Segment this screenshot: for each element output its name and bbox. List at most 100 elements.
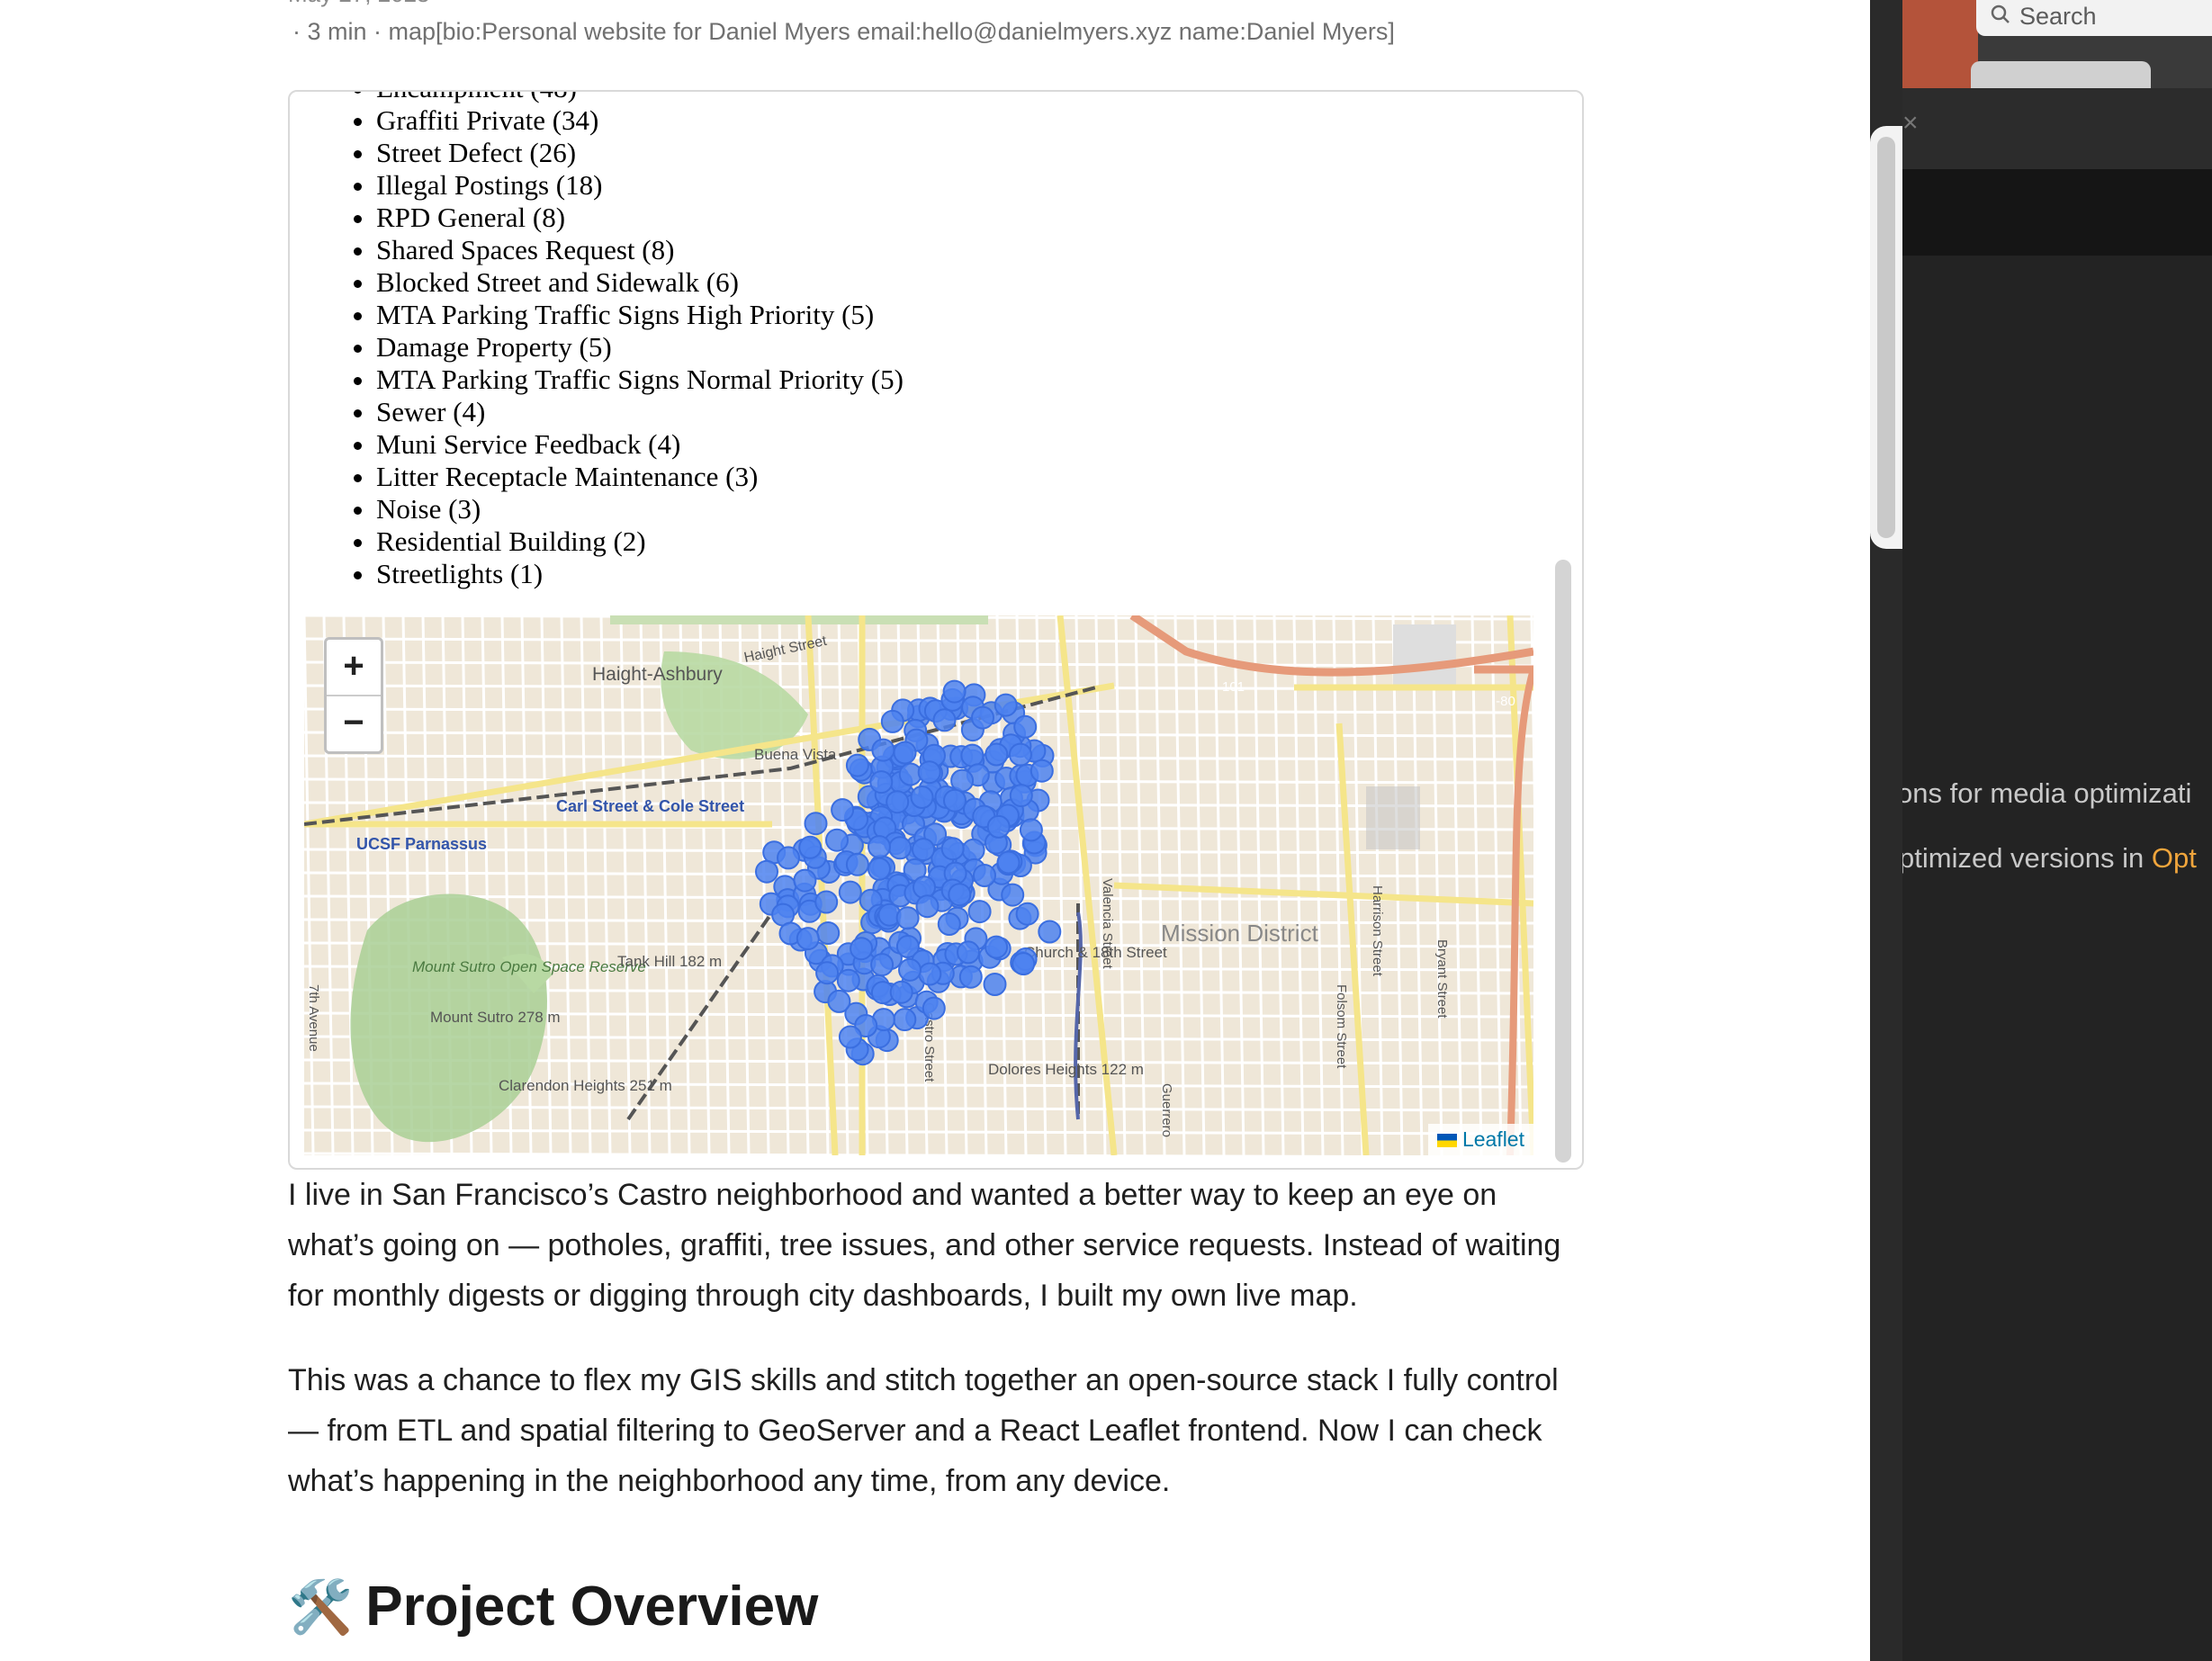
service-request-marker[interactable]: [971, 705, 994, 730]
window-link[interactable]: Opt: [2152, 842, 2197, 874]
page-scrollbar-thumb[interactable]: [1877, 137, 1895, 538]
category-list-item: Graffiti Private (34): [376, 104, 1550, 137]
service-request-marker[interactable]: [1015, 902, 1039, 926]
service-request-marker[interactable]: [825, 828, 849, 852]
service-request-marker[interactable]: [1038, 920, 1062, 944]
service-request-marker[interactable]: [796, 927, 820, 951]
service-request-marker[interactable]: [913, 875, 936, 900]
map-label: Carl Street & Cole Street: [556, 797, 744, 815]
service-request-marker[interactable]: [958, 965, 983, 989]
service-request-marker[interactable]: [960, 743, 985, 768]
service-request-marker[interactable]: [871, 738, 895, 762]
embed-scrollbar[interactable]: [1555, 560, 1571, 1163]
service-request-marker[interactable]: [827, 989, 851, 1013]
service-request-marker[interactable]: [1019, 818, 1043, 842]
zoom-control: + −: [324, 637, 383, 754]
service-request-marker[interactable]: [985, 742, 1009, 767]
map-label: Buena Vista: [754, 746, 837, 763]
service-request-marker[interactable]: [1008, 742, 1032, 767]
window-tab-bar: [1902, 88, 2212, 169]
category-list-item: Illegal Postings (18): [376, 169, 1550, 202]
category-list-item: Streetlights (1): [376, 558, 1550, 590]
service-request-marker[interactable]: [994, 693, 1018, 717]
service-request-marker[interactable]: [868, 835, 891, 859]
service-request-marker[interactable]: [898, 957, 922, 982]
search-field[interactable]: Search: [1976, 0, 2212, 36]
leaflet-link[interactable]: Leaflet: [1462, 1127, 1524, 1151]
service-request-marker[interactable]: [886, 790, 910, 814]
service-request-marker[interactable]: [917, 760, 941, 785]
service-request-marker[interactable]: [937, 912, 961, 936]
service-request-marker[interactable]: [1009, 784, 1033, 808]
service-request-marker[interactable]: [948, 883, 972, 907]
service-request-marker[interactable]: [895, 906, 920, 930]
service-request-marker[interactable]: [804, 812, 828, 836]
service-request-marker[interactable]: [1012, 952, 1036, 976]
service-request-marker[interactable]: [942, 679, 967, 704]
service-request-marker[interactable]: [869, 770, 894, 795]
category-list-item: MTA Parking Traffic Signs Normal Priorit…: [376, 364, 1550, 396]
map-label: Guerrero: [1159, 1083, 1174, 1137]
service-request-marker[interactable]: [880, 709, 904, 733]
service-request-marker[interactable]: [893, 1008, 917, 1032]
service-request-marker[interactable]: [983, 973, 1007, 996]
service-request-marker[interactable]: [755, 859, 778, 884]
category-list-item: Residential Building (2): [376, 525, 1550, 558]
service-request-marker[interactable]: [957, 940, 980, 965]
close-icon[interactable]: ×: [1902, 108, 1919, 139]
service-request-marker[interactable]: [996, 850, 1021, 875]
service-request-marker[interactable]: [889, 980, 913, 1004]
map-label: I-80: [1492, 694, 1515, 709]
service-request-marker[interactable]: [836, 968, 860, 992]
embedded-frame[interactable]: Encampment (48)Graffiti Private (34) Stre…: [288, 90, 1584, 1170]
service-request-marker[interactable]: [868, 857, 891, 881]
service-request-marker[interactable]: [932, 708, 957, 732]
service-request-marker[interactable]: [893, 741, 917, 765]
category-list-item: Encampment (48): [376, 92, 1550, 104]
article-pane: May 27, 2025 · 3 min · map[bio:Personal …: [0, 0, 1870, 1661]
service-request-marker[interactable]: [940, 837, 965, 861]
service-request-marker[interactable]: [798, 835, 823, 859]
service-request-marker[interactable]: [912, 838, 935, 862]
service-request-marker[interactable]: [967, 900, 992, 924]
service-request-marker[interactable]: [838, 880, 862, 904]
map-label: Haight-Ashbury: [592, 664, 723, 685]
search-placeholder: Search: [2019, 3, 2097, 30]
service-request-marker[interactable]: [850, 937, 874, 961]
service-request-marker[interactable]: [922, 996, 946, 1020]
map-attribution: Leaflet: [1427, 1124, 1533, 1155]
service-request-marker[interactable]: [1001, 883, 1025, 907]
zoom-out-button[interactable]: −: [327, 696, 381, 751]
service-request-marker[interactable]: [915, 894, 940, 919]
service-request-marker[interactable]: [838, 1025, 862, 1049]
service-request-marker[interactable]: [950, 768, 975, 793]
service-request-marker[interactable]: [1030, 759, 1054, 783]
leaflet-map[interactable]: Haight-Ashbury Haight Street UCSF Parnas…: [304, 615, 1533, 1155]
service-request-marker[interactable]: [814, 890, 839, 914]
zoom-in-button[interactable]: +: [327, 640, 381, 696]
service-request-marker[interactable]: [831, 798, 855, 822]
service-request-marker[interactable]: [943, 788, 967, 813]
service-request-marker[interactable]: [870, 953, 895, 977]
service-request-marker[interactable]: [973, 864, 996, 887]
service-request-marker[interactable]: [1013, 714, 1038, 739]
background-window: Search × ons for media optimizati ptimiz…: [1902, 0, 2212, 1661]
map-label: Church & 18th Street: [1024, 944, 1167, 961]
service-request-marker[interactable]: [888, 836, 913, 860]
tools-icon: 🛠️: [288, 1578, 354, 1637]
service-request-marker[interactable]: [845, 852, 869, 876]
service-request-marker[interactable]: [845, 753, 869, 777]
service-request-marker[interactable]: [793, 868, 817, 893]
service-request-marker[interactable]: [961, 838, 985, 862]
service-request-marker[interactable]: [918, 962, 942, 986]
service-request-marker[interactable]: [910, 786, 934, 809]
service-request-marker[interactable]: [777, 846, 800, 870]
thumbnail-image: [1902, 0, 1978, 88]
service-request-marker[interactable]: [815, 961, 840, 985]
map-label: Valencia Street: [1100, 878, 1115, 969]
service-request-marker[interactable]: [816, 921, 841, 945]
service-request-marker[interactable]: [986, 814, 1011, 839]
map-label: 7th Avenue: [306, 984, 321, 1052]
category-list-item: Blocked Street and Sidewalk (6): [376, 266, 1550, 299]
service-request-marker[interactable]: [985, 935, 1009, 959]
